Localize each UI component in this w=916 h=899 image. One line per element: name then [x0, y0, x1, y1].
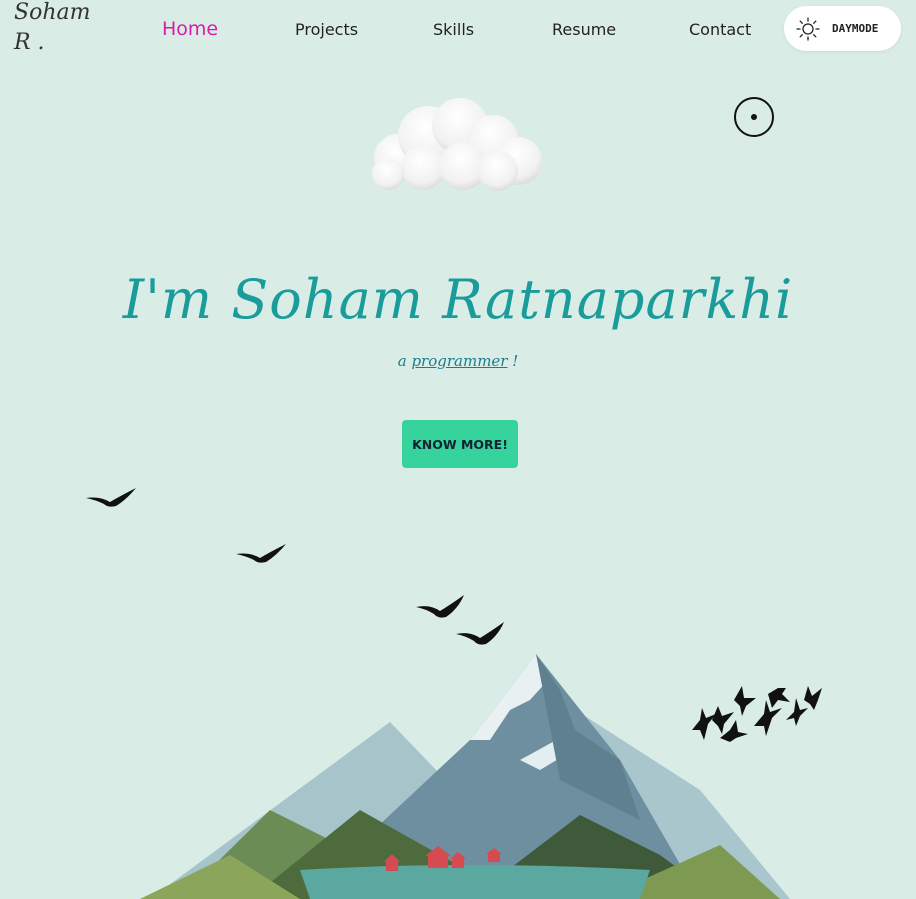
sun-icon: [796, 16, 820, 41]
cloud-illustration: [372, 98, 542, 191]
subtitle-suffix: !: [512, 352, 519, 370]
bird-icon: [416, 595, 464, 618]
daymode-toggle[interactable]: DAYMODE: [784, 6, 901, 51]
nav-skills[interactable]: Skills: [433, 20, 474, 39]
main-nav: Home Projects Skills Resume Contact: [0, 0, 916, 60]
hero-subtitle: a programmer !: [0, 352, 916, 370]
subtitle-prefix: a: [397, 352, 407, 370]
custom-cursor: [734, 97, 774, 137]
hero-title: I'm Soham Ratnaparkhi: [122, 268, 794, 331]
mountain-landscape-illustration: [140, 654, 790, 899]
nav-home[interactable]: Home: [162, 18, 218, 40]
bird-icon: [236, 544, 286, 563]
know-more-button[interactable]: KNOW MORE!: [402, 420, 518, 468]
nav-resume[interactable]: Resume: [552, 20, 616, 39]
nav-contact[interactable]: Contact: [689, 20, 751, 39]
daymode-label: DAYMODE: [832, 22, 879, 35]
bird-icon: [86, 488, 136, 507]
nav-projects[interactable]: Projects: [295, 20, 358, 39]
subtitle-typed-word: programmer: [411, 352, 508, 370]
